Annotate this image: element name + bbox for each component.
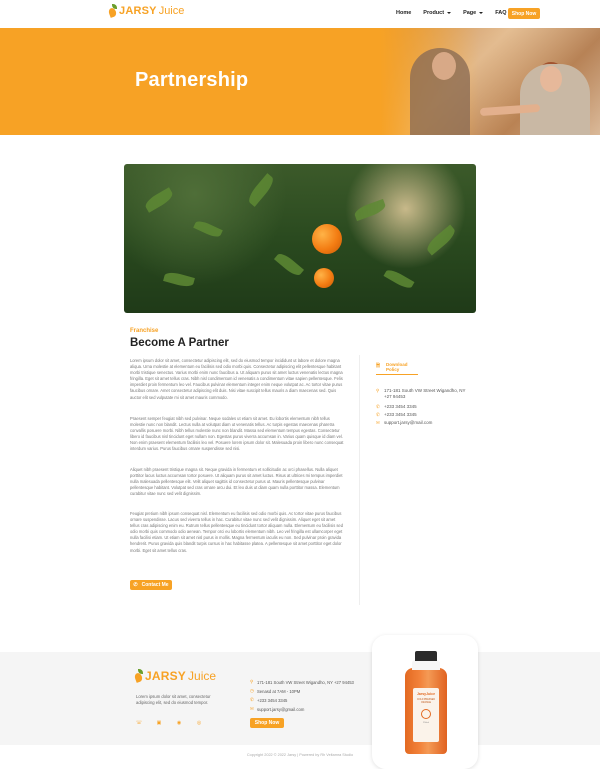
- orange-leaf-icon: [108, 4, 118, 18]
- contact-me-label: Contact Me: [141, 582, 169, 588]
- top-navbar: JARSY Juice Home Product Page FAQ Shop N…: [0, 0, 600, 28]
- menu-item-page[interactable]: Page: [463, 10, 484, 16]
- whatsapp-icon[interactable]: ☏: [136, 720, 142, 726]
- social-links: ☏ ▣ ◉ ◎: [136, 720, 216, 726]
- brand-logo[interactable]: JARSY Juice: [108, 4, 184, 18]
- footer-email[interactable]: ✉ support.jarsy@gmail.com: [250, 706, 304, 712]
- footer-address-text: 171-181 South VW Street Wigandho, NY +27…: [257, 679, 354, 685]
- document-icon: 🗎: [376, 363, 381, 369]
- leaf: [143, 187, 175, 213]
- phone-icon: ✆: [133, 582, 138, 588]
- page-title: Partnership: [135, 69, 249, 91]
- orange-leaf-icon: [134, 669, 144, 683]
- sidebar-email[interactable]: ✉ support.jarsy@mail.com: [376, 420, 432, 426]
- bottle-subtitle: COLD PRESSED ORANGE: [417, 699, 435, 704]
- footer-phone-text: +233 3454 3345: [257, 697, 288, 703]
- section-heading: Become A Partner: [130, 337, 229, 349]
- footer-logo[interactable]: JARSY Juice: [134, 669, 216, 683]
- bottle-volume: 250ml: [423, 722, 429, 724]
- vertical-divider: [359, 355, 360, 605]
- bottle-brand: JarsyJuice: [416, 692, 436, 696]
- paragraph-1: Lorem ipsum dolor sit amet, consectetur …: [130, 358, 343, 400]
- instagram-icon[interactable]: ▣: [156, 720, 162, 726]
- leaf: [352, 198, 388, 222]
- logo-light-text: Juice: [158, 5, 185, 17]
- dribbble-icon[interactable]: ◎: [196, 720, 202, 726]
- paragraph-2: Praesent semper feugiat nibh sed pulvina…: [130, 416, 344, 452]
- chevron-down-icon: [447, 12, 452, 14]
- download-underline: [376, 374, 418, 375]
- logo-strong-text: JARSY: [119, 5, 157, 17]
- copyright-text: Copyright 2022 © 2022 Jarsy | Powered by…: [246, 753, 354, 757]
- chevron-down-icon: [479, 12, 484, 14]
- paragraph-3: Aliquet nibh praesent tristique magna si…: [130, 467, 343, 497]
- bottle-label: JarsyJuice COLD PRESSED ORANGE 250ml: [413, 688, 439, 742]
- sidebar-email-text: support.jarsy@mail.com: [384, 420, 433, 425]
- orange-outline-icon: [421, 709, 431, 719]
- sidebar-address-text: 171-181 South VW Street Wigandho, NY +27…: [384, 388, 466, 399]
- orange-fruit: [314, 268, 334, 288]
- orange-fruit: [312, 224, 342, 254]
- footer-description: Lorem ipsum dolor sit amet, consectetur …: [136, 694, 211, 705]
- footer-logo-strong: JARSY: [145, 669, 187, 683]
- sidebar-phone-1-text: +233 3454 3345: [384, 404, 417, 409]
- orange-tree-image: [124, 164, 476, 313]
- facebook-icon[interactable]: ◉: [176, 720, 182, 726]
- bottle-cap: [415, 651, 437, 661]
- man-head: [432, 52, 456, 80]
- leaf: [273, 250, 305, 279]
- download-policy-link[interactable]: 🗎 Download Policy: [376, 362, 418, 372]
- phone-icon: ✆: [376, 404, 380, 409]
- location-pin-icon: ⚲: [376, 388, 380, 393]
- phone-icon: ✆: [250, 697, 254, 702]
- leaf: [424, 224, 458, 256]
- footer-hours: ◷ Senasd at 7AM - 10PM: [250, 688, 300, 694]
- copyright-bar: [0, 745, 600, 769]
- sidebar-address: ⚲ 171-181 South VW Street Wigandho, NY +…: [376, 388, 476, 399]
- main-menu: Home Product Page FAQ: [396, 10, 519, 16]
- shop-now-button[interactable]: Shop Now: [508, 8, 540, 19]
- phone-icon: ✆: [376, 412, 380, 417]
- location-pin-icon: ⚲: [250, 679, 254, 684]
- menu-item-home[interactable]: Home: [396, 10, 411, 16]
- footer-logo-light: Juice: [188, 669, 217, 683]
- leaf: [193, 218, 223, 240]
- bottle-neck: [412, 660, 440, 670]
- clock-icon: ◷: [250, 688, 254, 693]
- mail-icon: ✉: [250, 706, 254, 711]
- hero-banner: [0, 28, 600, 135]
- footer-shop-now-button[interactable]: Shop Now: [250, 718, 284, 728]
- download-policy-label: Download Policy: [386, 362, 408, 372]
- sidebar-phone-1[interactable]: ✆ +233 3454 3345: [376, 404, 417, 410]
- woman-head: [540, 66, 562, 92]
- sidebar-phone-2[interactable]: ✆ +233 3454 3345: [376, 412, 417, 418]
- leaf: [245, 173, 277, 207]
- contact-me-button[interactable]: ✆ Contact Me: [130, 580, 172, 590]
- mail-icon: ✉: [376, 420, 380, 425]
- menu-item-product[interactable]: Product: [423, 10, 452, 16]
- paragraph-4: Feugiat pretium nibh ipsum consequat nis…: [130, 511, 343, 553]
- footer-hours-text: Senasd at 7AM - 10PM: [257, 688, 301, 694]
- sidebar-phone-2-text: +233 3454 3345: [384, 412, 417, 417]
- footer-email-text: support.jarsy@gmail.com: [257, 706, 305, 712]
- section-eyebrow: Franchise: [130, 328, 159, 334]
- leaf: [163, 270, 195, 289]
- menu-item-faq[interactable]: FAQ: [495, 10, 506, 16]
- footer-address: ⚲ 171-181 South VW Street Wigandho, NY +…: [250, 679, 354, 685]
- site-footer: [0, 652, 600, 745]
- leaf: [383, 267, 415, 291]
- footer-phone[interactable]: ✆ +233 3454 3345: [250, 697, 287, 703]
